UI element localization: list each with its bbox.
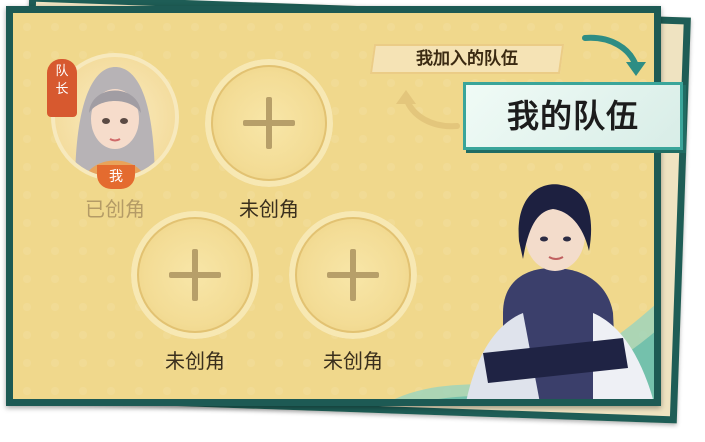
empty-slot-1[interactable] [205,59,333,187]
leader-tag: 队长 [47,59,77,117]
leader-status-label: 已创角 [85,197,145,221]
plus-icon [169,272,221,278]
slot-3-status-label: 未创角 [323,349,383,373]
joined-team-tab-label: 我加入的队伍 [416,49,518,69]
leader-tag-text: 队长 [55,64,69,97]
character-illustration [466,184,653,399]
slot-2-status-label: 未创角 [165,349,225,373]
empty-slot-2[interactable] [131,211,259,339]
plus-icon [327,272,379,278]
swap-arrow-left-icon [396,90,460,130]
empty-slot-3[interactable] [289,211,417,339]
team-panel: 队长 我 已创角 未创角 未创角 未创角 [6,6,661,406]
my-team-tab[interactable]: 我的队伍 [463,82,683,150]
self-badge: 我 [97,165,135,189]
swap-arrow-right-icon [582,34,646,76]
plus-icon [243,120,295,126]
joined-team-tab[interactable]: 我加入的队伍 [369,44,565,74]
